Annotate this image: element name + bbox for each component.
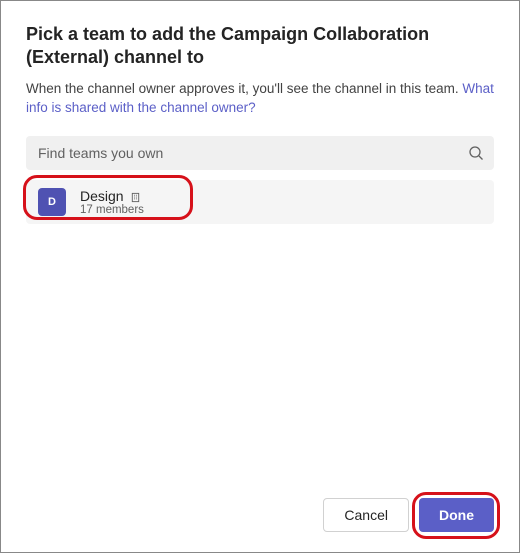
cancel-button[interactable]: Cancel — [323, 498, 409, 532]
done-button[interactable]: Done — [419, 498, 494, 532]
dialog-subtitle: When the channel owner approves it, you'… — [26, 80, 494, 118]
org-icon — [130, 190, 141, 201]
dialog-footer: Cancel Done — [26, 498, 494, 532]
dialog-title: Pick a team to add the Campaign Collabor… — [26, 23, 494, 70]
team-name-row: Design — [80, 188, 144, 204]
team-meta: 17 members — [80, 204, 144, 216]
team-name: Design — [80, 188, 124, 204]
subtitle-text: When the channel owner approves it, you'… — [26, 81, 462, 96]
team-avatar: D — [38, 188, 66, 216]
team-item-design[interactable]: D Design 17 members — [26, 180, 494, 224]
team-info: Design 17 members — [80, 188, 144, 216]
pick-team-dialog: Pick a team to add the Campaign Collabor… — [1, 1, 519, 552]
search-wrap — [26, 136, 494, 170]
search-input[interactable] — [26, 136, 494, 170]
